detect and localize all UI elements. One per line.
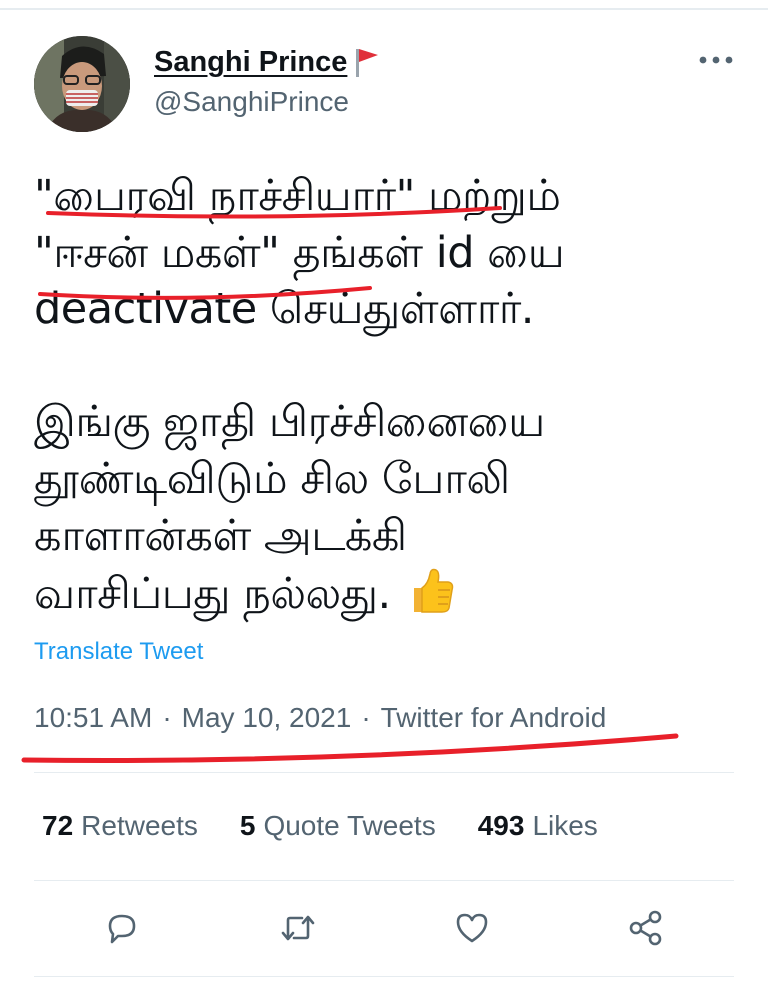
reply-icon: [108, 914, 136, 944]
retweets-label: Retweets: [81, 810, 198, 841]
meta-separator: ·: [162, 702, 172, 733]
retweets-stat[interactable]: 72 Retweets: [42, 810, 198, 842]
divider: [34, 772, 734, 773]
tweet-text: "பைரவி நாச்சியார்" மற்றும் "ஈசன் மகள்" த…: [34, 171, 565, 620]
avatar-photo: [34, 36, 130, 132]
top-divider: [0, 8, 768, 10]
quote-tweets-label: Quote Tweets: [263, 810, 436, 841]
reply-button[interactable]: [100, 906, 144, 950]
action-bar: [0, 906, 768, 956]
like-button[interactable]: [450, 906, 494, 950]
share-button[interactable]: [624, 906, 668, 950]
avatar[interactable]: [34, 36, 130, 132]
display-name[interactable]: Sanghi Prince: [154, 46, 347, 79]
tweet-source[interactable]: Twitter for Android: [381, 702, 607, 733]
tweet-time[interactable]: 10:51 AM: [34, 702, 152, 733]
tweet-text-block: "பைரவி நாச்சியார்" மற்றும் "ஈசன் மகள்" த…: [34, 168, 734, 623]
more-dots-icon: [699, 56, 733, 64]
translate-tweet-link[interactable]: Translate Tweet: [34, 638, 203, 666]
more-options-button[interactable]: [696, 48, 736, 72]
handle[interactable]: @SanghiPrince: [154, 86, 381, 118]
tweet-meta: 10:51 AM · May 10, 2021 · Twitter for Androi…: [34, 702, 606, 734]
share-icon: [629, 910, 662, 946]
red-flag-icon: [356, 49, 379, 77]
likes-stat[interactable]: 493 Likes: [478, 810, 598, 842]
engagement-stats: 72 Retweets 5 Quote Tweets 493 Likes: [42, 810, 598, 842]
retweets-count: 72: [42, 810, 74, 841]
author-block: Sanghi Prince @SanghiPrince: [154, 44, 381, 118]
thumbs-up-emoji: [413, 568, 454, 613]
retweet-button[interactable]: [276, 906, 320, 950]
divider: [34, 976, 734, 977]
likes-count: 493: [477, 810, 525, 841]
likes-label: Likes: [532, 810, 598, 841]
meta-separator: ·: [361, 702, 371, 733]
tweet-date[interactable]: May 10, 2021: [182, 702, 352, 733]
divider: [34, 880, 734, 881]
name-row: Sanghi Prince: [154, 44, 381, 80]
quote-tweets-count: 5: [239, 810, 256, 841]
underline-timestamp: [21, 733, 679, 763]
quote-tweets-stat[interactable]: 5 Quote Tweets: [240, 810, 436, 842]
retweet-icon: [281, 915, 315, 941]
like-icon: [456, 913, 488, 943]
